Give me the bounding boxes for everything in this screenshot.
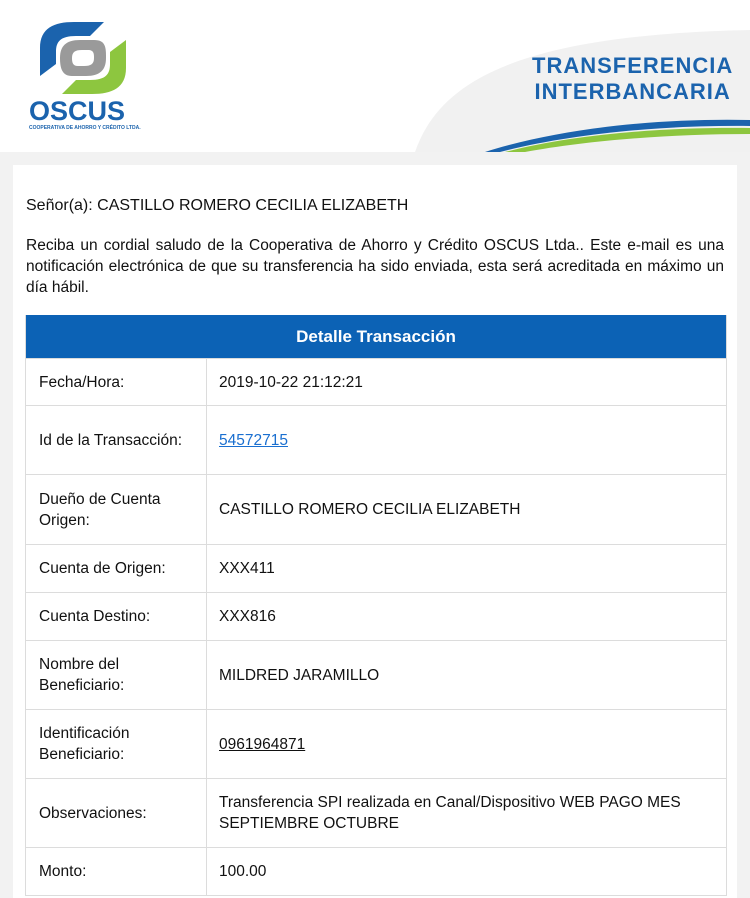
email-body-card: Señor(a): CASTILLO ROMERO CECILIA ELIZAB… (13, 165, 737, 898)
row-value: XXX816 (219, 608, 276, 625)
row-value: 100.00 (219, 863, 267, 880)
row-value: XXX411 (219, 560, 275, 577)
row-label: Identificación Beneficiario: (26, 710, 207, 778)
row-label: Dueño de Cuenta Origen: (26, 475, 207, 544)
banner-title: TRANSFERENCIA INTERBANCARIA (532, 53, 733, 105)
transaction-id-link[interactable]: 54572715 (219, 430, 288, 451)
banner-title-line2: INTERBANCARIA (534, 79, 731, 104)
row-value: Transferencia SPI realizada en Canal/Dis… (219, 794, 681, 832)
row-label: Monto: (26, 848, 207, 895)
beneficiary-id-link[interactable]: 0961964871 (219, 734, 305, 755)
row-label: Fecha/Hora: (26, 359, 207, 405)
table-row: Identificación Beneficiario: 0961964871 (26, 709, 726, 778)
table-row: Nombre del Beneficiario: MILDRED JARAMIL… (26, 640, 726, 709)
row-label: Observaciones: (26, 779, 207, 847)
table-row: Observaciones: Transferencia SPI realiza… (26, 778, 726, 847)
greeting-text: Señor(a): CASTILLO ROMERO CECILIA ELIZAB… (26, 197, 409, 214)
row-value: CASTILLO ROMERO CECILIA ELIZABETH (219, 501, 521, 518)
row-value: 0961964871 (207, 710, 726, 778)
transaction-detail-table: Detalle Transacción Fecha/Hora: 2019-10-… (25, 315, 727, 896)
table-row: Id de la Transacción: 54572715 (26, 405, 726, 474)
table-row: Dueño de Cuenta Origen: CASTILLO ROMERO … (26, 474, 726, 544)
row-value: 2019-10-22 21:12:21 (219, 373, 363, 391)
row-label: Id de la Transacción: (26, 406, 207, 474)
row-value: MILDRED JARAMILLO (219, 666, 380, 684)
row-label: Nombre del Beneficiario: (26, 641, 207, 709)
table-row: Monto: 100.00 (26, 847, 726, 895)
oscus-logo-icon (40, 22, 126, 94)
table-row: Cuenta Destino: XXX816 (26, 592, 726, 640)
row-label: Cuenta de Origen: (26, 545, 207, 592)
logo-wordmark: OSCUS (29, 96, 126, 126)
row-label: Cuenta Destino: (26, 593, 207, 640)
logo-subtitle: COOPERATIVA DE AHORRO Y CRÉDITO LTDA. (29, 125, 141, 131)
intro-paragraph: Reciba un cordial saludo de la Cooperati… (26, 237, 724, 296)
table-row: Cuenta de Origen: XXX411 (26, 544, 726, 592)
table-title: Detalle Transacción (26, 315, 726, 358)
banner-title-line1: TRANSFERENCIA (532, 53, 734, 78)
row-value: 54572715 (207, 406, 726, 474)
table-row: Fecha/Hora: 2019-10-22 21:12:21 (26, 358, 726, 405)
email-header: OSCUS COOPERATIVA DE AHORRO Y CRÉDITO LT… (0, 0, 750, 152)
